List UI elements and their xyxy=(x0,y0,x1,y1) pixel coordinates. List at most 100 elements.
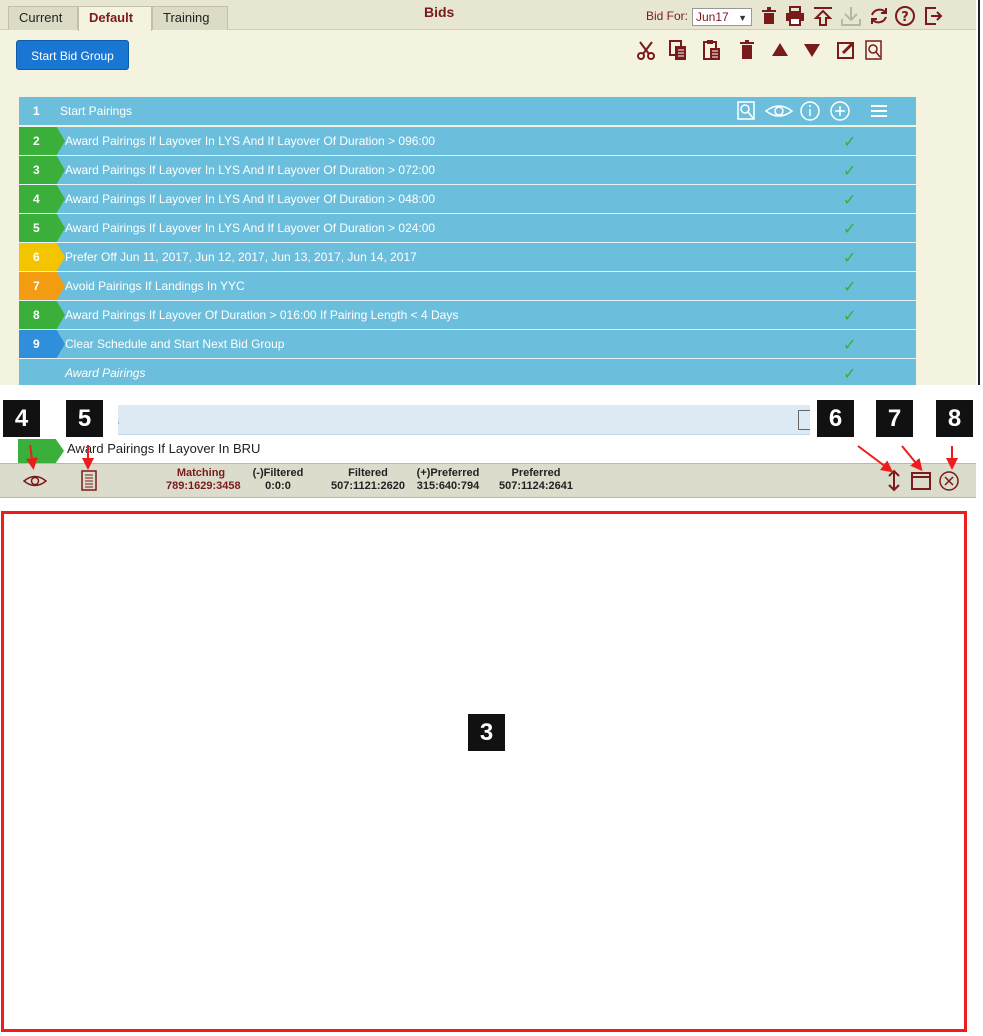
stat-filtered: Filtered 507:1121:2620 xyxy=(328,467,408,493)
check-icon: ✓ xyxy=(843,250,857,267)
bid-row[interactable]: Award Pairings If Layover In BRU xyxy=(0,435,976,463)
start-bid-group-button[interactable]: Start Bid Group xyxy=(16,40,129,70)
row-badge xyxy=(19,272,65,300)
stat-value: 789:1629:3458 xyxy=(166,480,241,492)
row-label: Avoid Pairings If Landings In YYC xyxy=(65,279,245,293)
row-label: Award Pairings If Layover In BRU xyxy=(67,441,261,456)
row-number: 8 xyxy=(33,308,40,322)
stat-value: 315:640:794 xyxy=(416,480,480,492)
bid-row[interactable]: 7 Avoid Pairings If Landings In YYC ✓ xyxy=(19,272,916,301)
resize-vertical-icon[interactable] xyxy=(882,468,906,492)
bid-row[interactable]: 4 Award Pairings If Layover In LYS And I… xyxy=(19,185,916,214)
window-icon[interactable] xyxy=(909,468,933,492)
download-icon[interactable] xyxy=(840,5,862,27)
cut-icon[interactable] xyxy=(634,38,658,62)
row-number: 6 xyxy=(33,250,40,264)
row-label: Clear Schedule and Start Next Bid Group xyxy=(65,337,285,351)
document-list-icon[interactable] xyxy=(77,468,101,492)
svg-text:?: ? xyxy=(901,10,909,25)
refresh-icon[interactable] xyxy=(868,5,890,27)
row-label: Award Pairings If Layover Of Duration > … xyxy=(65,308,459,322)
row-badge xyxy=(19,156,65,184)
delete-icon[interactable] xyxy=(735,38,759,62)
row-number: 4 xyxy=(33,192,40,206)
row-badge xyxy=(19,243,65,271)
callout-5: 5 xyxy=(66,400,103,437)
stat-title: Filtered xyxy=(348,467,388,479)
row-label: Award Pairings xyxy=(65,366,146,380)
check-icon: ✓ xyxy=(843,279,857,296)
stat-title: Matching xyxy=(176,467,226,479)
search-icon[interactable] xyxy=(862,38,886,62)
stat-minus-filtered: (-)Filtered 0:0:0 xyxy=(248,467,308,493)
edit-icon[interactable] xyxy=(834,38,858,62)
stat-value: 507:1121:2620 xyxy=(330,480,405,492)
chevron-down-icon: ▼ xyxy=(738,13,747,23)
logout-icon[interactable] xyxy=(922,5,944,27)
bids-app: Current Default Training Bids Bid For: J… xyxy=(0,0,976,388)
add-icon[interactable] xyxy=(829,100,851,122)
row-number: 9 xyxy=(33,337,40,351)
stat-preferred: Preferred 507:1124:2641 xyxy=(496,467,576,493)
stat-plus-preferred: (+)Preferred 315:640:794 xyxy=(408,467,488,493)
info-icon[interactable] xyxy=(799,100,821,122)
bid-row-footer[interactable]: Award Pairings ✓ xyxy=(19,359,916,388)
paste-icon[interactable] xyxy=(700,38,724,62)
stat-value: 507:1124:2641 xyxy=(498,480,573,492)
row-badge xyxy=(19,330,65,358)
eye-icon[interactable] xyxy=(764,100,794,122)
row-badge xyxy=(18,439,64,463)
bid-row[interactable]: 3 Award Pairings If Layover In LYS And I… xyxy=(19,156,916,185)
row-badge xyxy=(19,127,65,155)
row-number: 1 xyxy=(33,104,40,118)
page-title: Bids xyxy=(424,4,455,20)
stat-title: (-)Filtered xyxy=(252,467,304,479)
row-label: Award Pairings If Layover In LYS And If … xyxy=(65,192,436,206)
row-label: Award Pairings If Layover In LYS And If … xyxy=(65,134,436,148)
row-number: 2 xyxy=(33,134,40,148)
close-icon[interactable] xyxy=(937,468,961,492)
bid-row[interactable]: 2 Award Pairings If Layover In LYS And I… xyxy=(19,127,916,156)
row-label: Award Pairings If Layover In LYS And If … xyxy=(65,163,436,177)
row-badge xyxy=(19,214,65,242)
bid-row[interactable]: 6 Prefer Off Jun 11, 2017, Jun 12, 2017,… xyxy=(19,243,916,272)
bid-for-value: Jun17 xyxy=(696,10,729,24)
results-panel-frame: 3 xyxy=(1,511,967,1032)
row-number: 5 xyxy=(33,221,40,235)
callout-4: 4 xyxy=(3,400,40,437)
scrollbar-edge xyxy=(978,0,980,385)
printer-icon[interactable] xyxy=(784,5,806,27)
bid-group-header[interactable]: 1 Start Pairings xyxy=(19,97,916,126)
menu-icon[interactable] xyxy=(868,100,890,122)
tab-current[interactable]: Current xyxy=(8,6,78,30)
check-icon: ✓ xyxy=(843,221,857,238)
bid-row[interactable]: 5 Award Pairings If Layover In LYS And I… xyxy=(19,214,916,243)
check-icon: ✓ xyxy=(843,366,857,383)
trash-bin-icon[interactable] xyxy=(758,5,780,27)
move-up-icon[interactable] xyxy=(768,38,792,62)
callout-3: 3 xyxy=(468,714,505,751)
upload-icon[interactable] xyxy=(812,5,834,27)
row-number: 7 xyxy=(33,279,40,293)
copy-icon[interactable] xyxy=(666,38,690,62)
move-down-icon[interactable] xyxy=(800,38,824,62)
bid-row[interactable]: 8 Award Pairings If Layover Of Duration … xyxy=(19,301,916,330)
search-icon[interactable] xyxy=(736,100,758,122)
bid-for-label: Bid For: xyxy=(646,9,689,23)
help-icon[interactable]: ? xyxy=(894,5,916,27)
check-icon: ✓ xyxy=(843,308,857,325)
stat-title: (+)Preferred xyxy=(416,467,480,479)
row-number: 3 xyxy=(33,163,40,177)
callout-6: 6 xyxy=(817,400,854,437)
callout-7: 7 xyxy=(876,400,913,437)
stat-value: 0:0:0 xyxy=(265,480,291,492)
check-icon: ✓ xyxy=(843,337,857,354)
tab-training[interactable]: Training xyxy=(152,6,228,30)
callout-8: 8 xyxy=(936,400,973,437)
eye-icon[interactable] xyxy=(22,468,48,492)
check-icon: ✓ xyxy=(843,163,857,180)
bid-row[interactable]: 9 Clear Schedule and Start Next Bid Grou… xyxy=(19,330,916,359)
row-label: Start Pairings xyxy=(60,104,133,118)
bid-for-select[interactable]: Jun17 ▼ xyxy=(692,8,752,26)
tab-default[interactable]: Default xyxy=(78,6,152,31)
